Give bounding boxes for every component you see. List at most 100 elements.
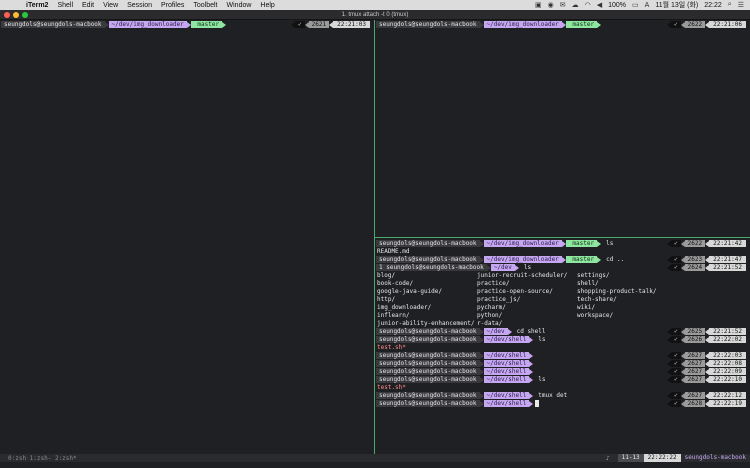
directory-entry: junior-recruit-scheduler/ (477, 272, 568, 279)
menu-shell[interactable]: Shell (57, 2, 73, 9)
notification-center-icon[interactable]: ☰ (738, 1, 744, 9)
tmux-window-list[interactable]: 0:zsh 1:zsh- 2:zsh* (0, 455, 77, 462)
prompt-directory: ~/dev/shell (483, 336, 530, 343)
menu-bar-date[interactable]: 11월 13일 (화) (655, 0, 698, 10)
window-controls (4, 12, 28, 18)
directory-entry: practice-open-source/ (477, 288, 553, 295)
prompt-time: 22:21:03 (333, 21, 370, 28)
prompt-git-branch: master (565, 240, 598, 247)
directory-entry: google-java-guide/ (377, 288, 443, 295)
directory-entry: practice_js/ (477, 296, 521, 303)
status-app-icon[interactable]: ✉ (560, 1, 566, 9)
status-app-icon[interactable]: ▣ (535, 1, 542, 9)
tmux-pane-left[interactable]: seungdols@seungdols-macbook ~/dev/img_dow… (0, 20, 374, 454)
prompt-time: 22:21:06 (709, 21, 746, 28)
prompt-user: seungdols@seungdols-macbook (1, 21, 105, 28)
status-check-icon: ✓ (671, 328, 681, 335)
prompt-user: seungdols@seungdols-macbook (376, 256, 480, 263)
status-hostname: seungdols-macbook (680, 454, 750, 462)
prompt-time: 22:21:47 (709, 256, 746, 263)
minimize-window-button[interactable] (13, 12, 19, 18)
menu-session[interactable]: Session (127, 2, 152, 9)
right-prompt: ✓ 2622 22:21:06 (667, 21, 746, 28)
directory-entry: practice/ (477, 280, 510, 287)
directory-entry: r-data/ (477, 320, 503, 327)
directory-entry: http/ (377, 296, 396, 303)
history-number: 2627 (684, 376, 706, 383)
menu-view[interactable]: View (103, 2, 118, 9)
spotlight-icon[interactable]: ⌕ (728, 1, 732, 9)
prompt-user: seungdols@seungdols-macbook (376, 392, 480, 399)
history-number: 2627 (684, 360, 706, 367)
prompt-time: 22:22:19 (709, 400, 746, 407)
close-window-button[interactable] (4, 12, 10, 18)
prompt-line: seungdols@seungdols-macbook ~/dev/shell (376, 360, 538, 367)
prompt-directory: ~/dev/img_downloader (483, 256, 562, 263)
right-prompt: ✓ 2621 22:21:03 (291, 21, 370, 28)
menu-profiles[interactable]: Profiles (161, 2, 184, 9)
directory-entry: blog/ (377, 272, 396, 279)
status-check-icon: ✓ (671, 360, 681, 367)
battery-icon[interactable]: ▭ (632, 1, 639, 9)
separator-arrow (529, 400, 534, 407)
right-prompt: ✓ 2627 22:22:03 (667, 352, 746, 359)
prompt-directory: ~/dev (483, 328, 508, 335)
prompt-time: 22:22:02 (709, 336, 746, 343)
prompt-time: 22:22:03 (709, 352, 746, 359)
status-app-icon[interactable]: ☁ (572, 1, 579, 9)
prompt-line: seungdols@seungdols-macbook ~/dev/img_dow… (1, 21, 227, 28)
maximize-window-button[interactable] (22, 12, 28, 18)
menu-edit[interactable]: Edit (82, 2, 94, 9)
menu-window[interactable]: Window (227, 2, 252, 9)
separator-arrow (597, 21, 602, 28)
menu-bar-status-area: ▣ ◉ ✉ ☁ ◠ ◀ 100% ▭ A 11월 13일 (화) 22:22 ⌕… (535, 0, 744, 10)
prompt-line: seungdols@seungdols-macbook ~/dev/img_dow… (376, 240, 613, 247)
prompt-user: seungdols@seungdols-macbook (376, 240, 480, 247)
command-text: ls (606, 240, 614, 247)
history-number: 2621 (308, 21, 330, 28)
window-title-bar: 1. tmux attach -t 0 (tmux) (0, 10, 750, 20)
right-prompt: ✓ 2627 22:22:09 (667, 368, 746, 375)
window-title: 1. tmux attach -t 0 (tmux) (341, 11, 409, 18)
separator-arrow (529, 368, 534, 375)
status-check-icon: ✓ (295, 21, 305, 28)
prompt-user: seungdols@seungdols-macbook (376, 336, 480, 343)
prompt-directory: ~/dev/shell (483, 352, 530, 359)
prompt-time: 22:22:10 (709, 376, 746, 383)
prompt-line: seungdols@seungdols-macbook ~/dev cd shell (376, 328, 546, 335)
prompt-line: seungdols@seungdols-macbook ~/dev/shell tm… (376, 392, 567, 399)
battery-percent[interactable]: 100% (608, 2, 626, 9)
input-source-icon[interactable]: A (645, 2, 650, 9)
menu-toolbelt[interactable]: Toolbelt (193, 2, 217, 9)
wifi-icon[interactable]: ◠ (585, 1, 591, 9)
status-check-icon: ✓ (671, 392, 681, 399)
status-check-icon: ✓ (671, 264, 681, 271)
prompt-time: 22:22:12 (709, 392, 746, 399)
prompt-directory: ~/dev (490, 264, 515, 271)
directory-entry: inflearn/ (377, 312, 410, 319)
tmux-pane-top-right[interactable]: seungdols@seungdols-macbook ~/dev/img_dow… (375, 20, 750, 237)
tmux-pane-bottom-right[interactable]: seungdols@seungdols-macbook ~/dev/img_dow… (375, 238, 750, 454)
menu-help[interactable]: Help (260, 2, 274, 9)
terminal-cursor[interactable] (535, 400, 540, 407)
right-prompt: ✓ 2628 22:22:19 (667, 400, 746, 407)
directory-entry: book-code/ (377, 280, 414, 287)
status-check-icon: ✓ (671, 256, 681, 263)
history-number: 2622 (684, 240, 706, 247)
prompt-user: seungdols@seungdols-macbook (376, 352, 480, 359)
status-check-icon: ✓ (671, 21, 681, 28)
history-number: 2626 (684, 336, 706, 343)
command-output: test.sh* (377, 344, 406, 351)
status-app-icon[interactable]: ◉ (548, 1, 554, 9)
prompt-directory: ~/dev/shell (483, 392, 530, 399)
tmux-windows[interactable]: 0:zsh 1:zsh- 2:zsh* (8, 455, 77, 462)
prompt-line: seungdols@seungdols-macbook ~/dev/shell (376, 352, 538, 359)
command-output: test.sh* (377, 384, 406, 391)
menu-iterm2[interactable]: iTerm2 (26, 2, 48, 9)
menu-bar-clock[interactable]: 22:22 (704, 2, 722, 9)
prompt-user: seungdols@seungdols-macbook (376, 400, 480, 407)
prompt-user: seungdols@seungdols-macbook (376, 21, 480, 28)
prompt-user: seungdols@seungdols-macbook (376, 360, 480, 367)
volume-icon[interactable]: ◀ (597, 1, 602, 9)
directory-entry: img_downloader/ (377, 304, 432, 311)
